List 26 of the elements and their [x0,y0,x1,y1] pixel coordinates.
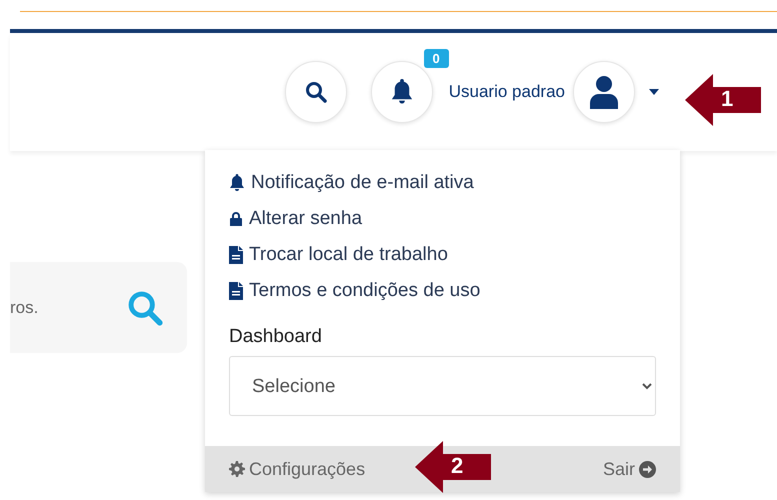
callout-number: 1 [721,86,734,112]
lock-icon [229,211,243,227]
notification-count: 0 [424,49,449,68]
bell-icon [390,79,414,105]
menu-item[interactable]: Termos e condições de uso [229,278,656,304]
logout-link[interactable]: Sair [602,458,656,480]
caret-icon[interactable] [649,89,659,95]
dashboard-select[interactable]: Selecione [229,356,656,416]
callout-number: 2 [451,453,464,479]
user-icon [590,75,618,109]
document-icon [229,246,243,264]
user-avatar-button[interactable] [573,61,635,123]
bell-icon [229,174,245,192]
menu-item[interactable]: Notificação de e-mail ativa [229,170,656,196]
search-button[interactable] [284,61,347,123]
notifications-button[interactable] [370,61,433,123]
dashboard-label: Dashboard [229,326,323,348]
gear-icon [229,461,245,477]
user-name: Usuario padrao [448,82,565,102]
menu-item[interactable]: Alterar senha [229,206,656,232]
search-input[interactable]: ros. [10,298,127,318]
menu-item[interactable]: Trocar local de trabalho [229,242,656,268]
settings-link[interactable]: Configurações [229,458,366,480]
search-icon [304,81,327,103]
document-icon [229,282,243,300]
arrow-circle-icon [639,460,656,478]
